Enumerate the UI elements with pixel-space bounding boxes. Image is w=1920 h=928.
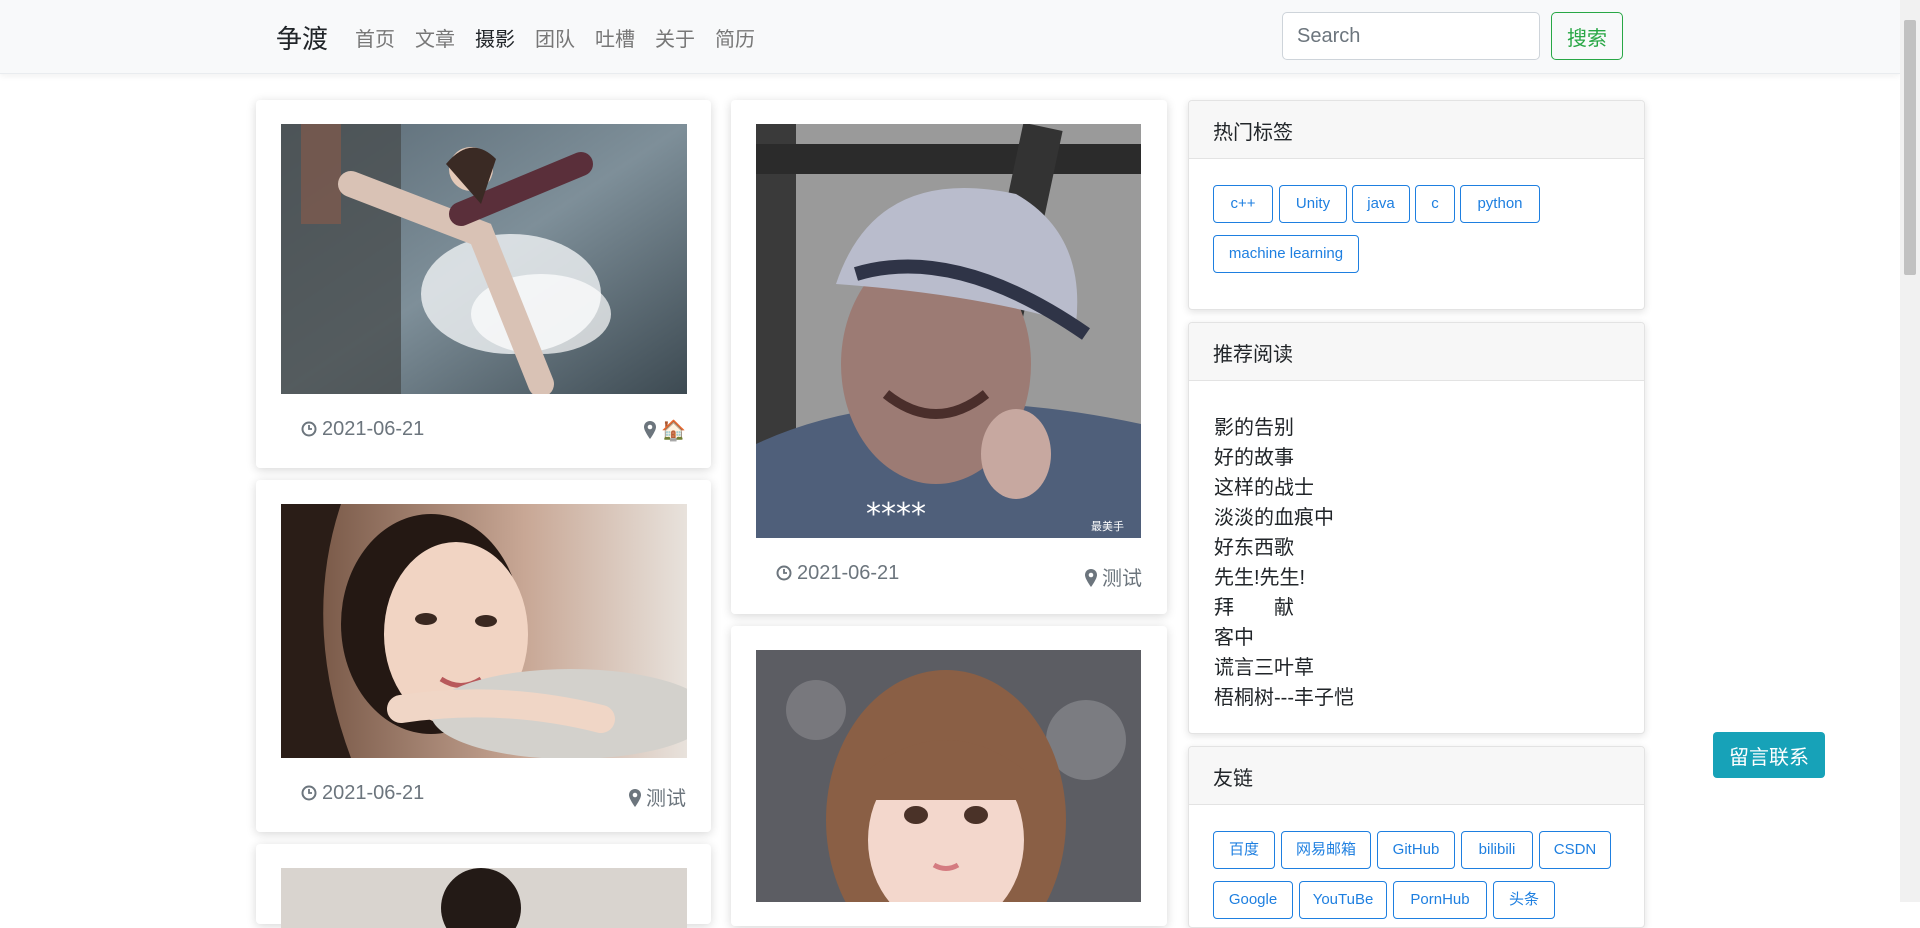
nav-complaints[interactable]: 吐槽 <box>595 23 635 52</box>
photo-location-text: 测试 <box>646 788 686 810</box>
recommended-item[interactable]: 影的告别 <box>1214 411 1294 440</box>
clock-icon <box>776 564 792 587</box>
search-input[interactable] <box>1282 12 1540 60</box>
photo-date-text: 2021-06-21 <box>322 418 425 440</box>
link-bilibili[interactable]: bilibili <box>1461 831 1533 869</box>
search-button[interactable]: 搜索 <box>1551 12 1623 60</box>
link-google[interactable]: Google <box>1213 881 1293 919</box>
recommended-title: 推荐阅读 <box>1189 323 1644 381</box>
map-marker-icon <box>644 421 657 445</box>
brand-logo[interactable]: 争渡 <box>276 19 328 56</box>
photo-partial[interactable] <box>281 868 687 928</box>
recommended-item[interactable]: 先生!先生! <box>1214 561 1305 590</box>
recommended-item[interactable]: 淡淡的血痕中 <box>1214 501 1334 530</box>
hot-tags-panel: 热门标签 c++ Unity java c python machine lea… <box>1188 100 1645 310</box>
nav-photography[interactable]: 摄影 <box>475 23 515 52</box>
link-toutiao[interactable]: 头条 <box>1493 881 1555 919</box>
link-pornhub[interactable]: PornHub <box>1393 881 1487 919</box>
scrollbar-thumb[interactable] <box>1904 20 1916 275</box>
photo-card[interactable]: **** 最美手 2021-06-21 测试 <box>731 100 1167 614</box>
nav-about[interactable]: 关于 <box>655 23 695 52</box>
photo-portrait-woman[interactable] <box>281 504 687 758</box>
hot-tags-title: 热门标签 <box>1189 101 1644 159</box>
map-marker-icon <box>1085 569 1097 593</box>
tag-java[interactable]: java <box>1352 185 1410 223</box>
link-csdn[interactable]: CSDN <box>1539 831 1611 869</box>
nav-home[interactable]: 首页 <box>355 23 395 52</box>
house-emoji-icon: 🏠 <box>661 420 686 442</box>
photo-date: 2021-06-21 <box>301 782 424 807</box>
recommended-item[interactable]: 好的故事 <box>1214 441 1294 470</box>
recommended-item[interactable]: 好东西歌 <box>1214 531 1294 560</box>
watermark-text: 最美手 <box>1091 519 1124 533</box>
map-marker-icon <box>629 789 641 813</box>
recommended-panel: 推荐阅读 影的告别 好的故事 这样的战士 淡淡的血痕中 好东西歌 先生!先生! … <box>1188 322 1645 734</box>
tag-cpp[interactable]: c++ <box>1213 185 1273 223</box>
recommended-item[interactable]: 谎言三叶草 <box>1214 651 1314 680</box>
recommended-item[interactable]: 拜 献 <box>1214 591 1294 620</box>
recommended-item[interactable]: 梧桐树---丰子恺 <box>1214 681 1354 710</box>
photo-date-text: 2021-06-21 <box>797 562 900 584</box>
photo-location: 测试 <box>629 782 686 813</box>
tag-python[interactable]: python <box>1460 185 1540 223</box>
contact-button[interactable]: 留言联系 <box>1713 732 1825 778</box>
links-title: 友链 <box>1189 747 1644 805</box>
navbar: 争渡 首页 文章 摄影 团队 吐槽 关于 简历 搜索 <box>0 0 1900 74</box>
link-baidu[interactable]: 百度 <box>1213 831 1275 869</box>
nav-articles[interactable]: 文章 <box>415 23 455 52</box>
recommended-item[interactable]: 客中 <box>1214 621 1254 650</box>
nav-team[interactable]: 团队 <box>535 23 575 52</box>
link-youtube[interactable]: YouTuBe <box>1299 881 1387 919</box>
tag-machine-learning[interactable]: machine learning <box>1213 235 1359 273</box>
photo-location-text: 测试 <box>1102 568 1142 590</box>
clock-icon <box>301 420 317 443</box>
photo-date: 2021-06-21 <box>301 418 424 443</box>
recommended-item[interactable]: 这样的战士 <box>1214 471 1314 500</box>
clock-icon <box>301 784 317 807</box>
photo-location: 测试 <box>1085 562 1142 593</box>
links-panel: 友链 百度 网易邮箱 GitHub bilibili CSDN Google Y… <box>1188 746 1645 928</box>
photo-card[interactable]: 2021-06-21 测试 <box>256 480 711 832</box>
photo-card[interactable] <box>256 844 711 928</box>
svg-text:****: **** <box>866 497 926 532</box>
nav-resume[interactable]: 简历 <box>715 23 755 52</box>
photo-card[interactable] <box>731 626 1167 926</box>
page-scrollbar[interactable] <box>1900 0 1920 902</box>
photo-card[interactable]: 2021-06-21 🏠 <box>256 100 711 468</box>
photo-location: 🏠 <box>644 418 686 445</box>
link-github[interactable]: GitHub <box>1377 831 1455 869</box>
tag-c[interactable]: c <box>1415 185 1455 223</box>
photo-girl-bangs[interactable] <box>756 650 1141 902</box>
link-netease-mail[interactable]: 网易邮箱 <box>1281 831 1371 869</box>
photo-date: 2021-06-21 <box>776 562 899 587</box>
photo-man-with-hat[interactable]: **** 最美手 <box>756 124 1141 538</box>
photo-date-text: 2021-06-21 <box>322 782 425 804</box>
photo-ballet-dancer[interactable] <box>281 124 687 394</box>
tag-unity[interactable]: Unity <box>1279 185 1347 223</box>
